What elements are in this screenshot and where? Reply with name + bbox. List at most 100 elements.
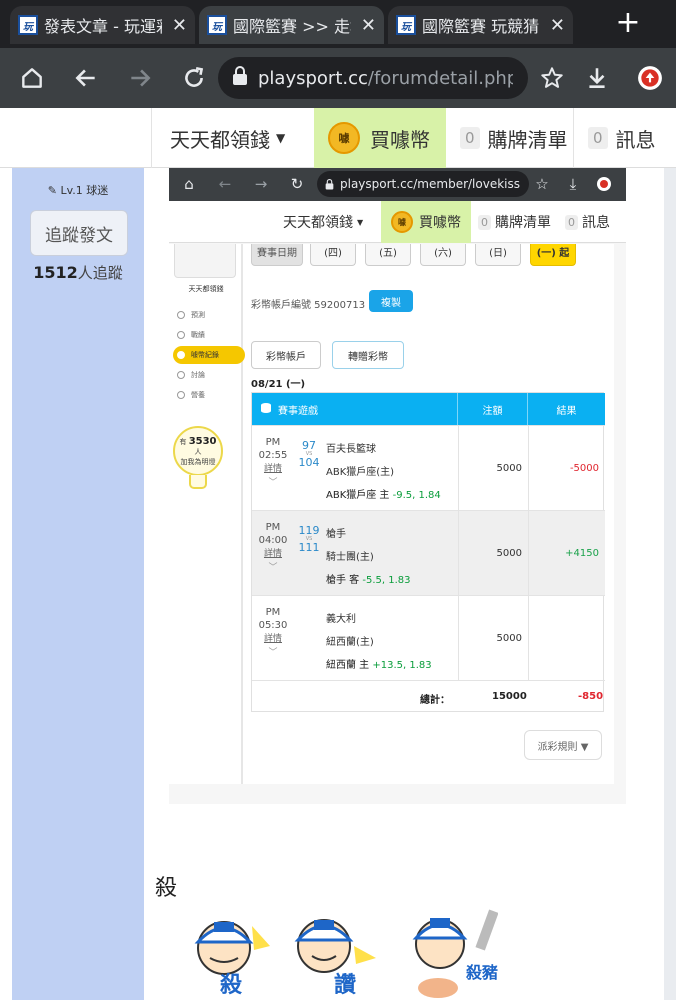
lightbulb-base-icon — [189, 475, 207, 489]
game-time: PM 04:00 詳情 ﹀ — [252, 511, 294, 596]
menu-dot-icon — [177, 391, 185, 399]
cart-link: 0 購牌清單 — [478, 201, 551, 243]
team-away: 槍手 — [326, 529, 346, 540]
follower-count-number: 1512 — [33, 263, 78, 282]
team-home: ABK獵戶座(主) — [326, 467, 395, 478]
team-home: 騎士團(主) — [326, 552, 374, 563]
forward-arrow-icon[interactable] — [122, 60, 158, 96]
database-icon — [260, 402, 272, 417]
browser-tab[interactable]: 玩 國際籃賽 玩競猜 ✕ — [388, 6, 573, 44]
messages-count-badge: 0 — [565, 214, 578, 230]
buy-coin-button[interactable]: 噱 買噱幣 — [314, 108, 446, 168]
embedded-profile-sidebar: 天天都領錢 預測 戰績 噱幣紀錄 討論 營養 有 3530 人 加我為明燈 — [169, 244, 245, 784]
time-ampm: PM — [265, 437, 281, 448]
payout-rules-button: 派彩規則 ▼ — [524, 730, 602, 760]
back-arrow-icon: ← — [218, 175, 232, 193]
new-tab-icon[interactable]: + — [612, 8, 644, 38]
coin-icon: 噱 — [391, 211, 413, 233]
cart-label: 購牌清單 — [487, 127, 568, 152]
follower-count: 1512人追蹤 — [12, 262, 144, 283]
download-icon[interactable] — [579, 60, 615, 96]
close-icon[interactable]: ✕ — [172, 15, 187, 36]
buy-coin-button: 噱 買噱幣 — [381, 201, 471, 243]
buy-coin-label: 買噱幣 — [370, 127, 430, 152]
buy-coin-label: 買噱幣 — [419, 215, 461, 231]
team-away: 百夫長籃球 — [326, 444, 376, 455]
profile-menu-item: 戰績 — [177, 330, 205, 340]
right-gutter — [664, 168, 676, 1000]
back-arrow-icon[interactable] — [68, 60, 104, 96]
address-bar[interactable]: playsport.cc/forumdetail.php?s — [218, 57, 528, 99]
tab-coin-account: 彩幣帳戶 — [251, 341, 321, 369]
user-level: ✎ Lv.1 球迷 — [12, 182, 144, 198]
home-icon[interactable] — [14, 60, 50, 96]
score: 119 VS 111 — [298, 525, 320, 553]
profile-menu-item: 預測 — [177, 310, 205, 320]
star-icon[interactable] — [534, 60, 570, 96]
embedded-screenshot: ⌂ ← → ↻ playsport.cc/member/lovekiss ☆ ⤓… — [169, 168, 626, 804]
profile-name: 天天都領錢 — [188, 285, 224, 293]
update-icon[interactable] — [632, 60, 668, 96]
cart-count-badge: 0 — [478, 214, 491, 230]
sticker-image: 讚 — [284, 906, 378, 1000]
avatar — [174, 244, 236, 278]
sticker-text: 殺豬! — [465, 963, 498, 982]
close-icon[interactable]: ✕ — [550, 15, 565, 36]
bet-amount: 5000 — [458, 426, 528, 511]
divider — [573, 108, 574, 168]
tab-title: 發表文章 - 玩運彩 — [44, 17, 162, 36]
score-home: 104 — [298, 456, 320, 469]
lock-icon — [232, 66, 248, 90]
pick-line: -9.5, 1.84 — [392, 490, 441, 501]
teams: 百夫長籃球 ABK獵戶座(主) ABK獵戶座 主 -9.5, 1.84 — [326, 438, 441, 507]
user-level-text: Lv.1 球迷 — [60, 184, 109, 197]
menu-dot-icon — [177, 351, 185, 359]
daily-money-menu[interactable]: 天天都領錢 ▼ — [170, 108, 285, 168]
messages-label: 訊息 — [615, 127, 656, 152]
bet-result: -5000 — [528, 426, 605, 511]
pick-team: 槍手 客 — [326, 575, 360, 586]
home-icon: ⌂ — [184, 175, 194, 193]
tab-title: 國際籃賽 玩競猜 — [422, 17, 540, 36]
star-icon: ☆ — [535, 175, 549, 193]
profile-menu-item: 討論 — [177, 370, 205, 380]
chevron-down-icon: ﹀ — [268, 478, 278, 488]
embedded-url: playsport.cc/member/lovekiss — [340, 177, 520, 191]
sticker-image: 殺豬! — [404, 906, 505, 1000]
divider — [151, 108, 152, 168]
messages-label: 訊息 — [582, 215, 610, 231]
download-icon: ⤓ — [569, 175, 577, 193]
cart-label: 購牌清單 — [495, 215, 551, 231]
bulb-unit: 人 — [194, 448, 202, 456]
browser-tab[interactable]: 玩 發表文章 - 玩運彩 ✕ — [10, 6, 195, 44]
bet-result — [528, 596, 605, 681]
messages-link[interactable]: 0 訊息 — [588, 108, 656, 168]
site-header: 天天都領錢 ▼ 噱 買噱幣 0 購牌清單 0 訊息 — [0, 108, 676, 168]
bet-amount: 5000 — [458, 511, 528, 596]
site-favicon-icon: 玩 — [18, 15, 38, 35]
sticker-text: 殺 — [220, 972, 243, 998]
teams: 槍手 騎士團(主) 槍手 客 -5.5, 1.83 — [326, 523, 411, 592]
messages-count-badge: 0 — [588, 127, 608, 149]
time-ampm: PM — [265, 522, 281, 533]
pick: 紐西蘭 主 +13.5, 1.83 — [326, 660, 432, 671]
tab-transfer-coins: 轉贈彩幣 — [332, 341, 404, 369]
table-row: PM 04:00 詳情 ﹀ 119 VS 111 槍手 騎士團(主) 槍手 客 … — [252, 510, 605, 596]
cart-link[interactable]: 0 購牌清單 — [460, 108, 568, 168]
post-text: 殺 — [155, 876, 178, 901]
date-label: 賽事日期 — [251, 244, 303, 266]
profile-menu-item-active: 噱幣紀錄 — [173, 346, 245, 364]
follow-posts-button[interactable]: 追蹤發文 — [30, 210, 128, 256]
menu-dot-icon — [177, 311, 185, 319]
lightbulb-badge: 有 3530 人 加我為明燈 — [173, 426, 223, 476]
daily-money-menu: 天天都領錢 ▼ — [283, 201, 363, 243]
browser-tab-active[interactable]: 玩 國際籃賽 >> 走地 ✕ — [199, 6, 384, 44]
tab-title: 國際籃賽 >> 走地 — [233, 17, 351, 36]
bet-date: 08/21 (一) — [251, 379, 306, 390]
close-icon[interactable]: ✕ — [361, 15, 376, 36]
bulb-prefix: 有 — [179, 438, 187, 446]
pick: ABK獵戶座 主 -9.5, 1.84 — [326, 490, 441, 501]
reload-icon[interactable] — [176, 60, 212, 96]
bet-table: 賽事遊戲 注額 結果 PM 02:55 詳情 ﹀ 97 VS 104 百夫長籃球… — [251, 392, 605, 712]
menu-label: 討論 — [191, 371, 205, 379]
